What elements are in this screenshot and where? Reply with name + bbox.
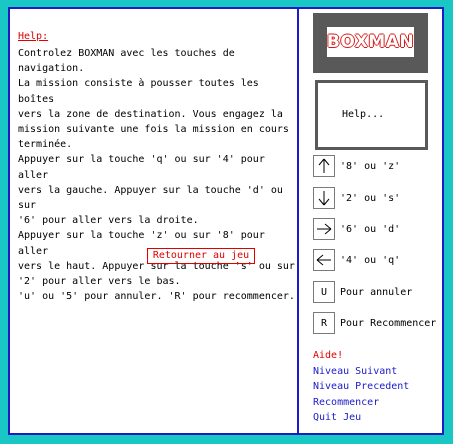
menu-next-level[interactable]: Niveau Suivant: [313, 366, 397, 377]
key-up-row[interactable]: '8' ou 'z': [313, 154, 400, 178]
help-line: '6' pour aller vers la droite.: [18, 215, 199, 227]
key-up-label: '8' ou 'z': [340, 160, 401, 172]
key-down-label: '2' ou 's': [340, 192, 401, 204]
undo-row[interactable]: U Pour annuler: [313, 280, 412, 304]
key-right-label: '6' ou 'd': [340, 223, 401, 235]
panel-divider: [297, 9, 299, 433]
menu-restart[interactable]: Recommencer: [313, 397, 379, 408]
help-line: vers la zone de destination. Vous engage…: [18, 108, 283, 120]
logo-box: BOXMAN: [313, 13, 428, 73]
key-right-row[interactable]: '6' ou 'd': [313, 217, 400, 241]
status-text: Help...: [342, 109, 385, 120]
help-line: La mission consiste à pousser toutes les…: [18, 78, 259, 105]
arrow-down-icon[interactable]: [313, 187, 335, 209]
arrow-up-icon[interactable]: [313, 155, 335, 177]
game-window: Help: Controlez BOXMAN avec les touches …: [8, 7, 444, 435]
key-left-row[interactable]: '4' ou 'q': [313, 248, 400, 272]
help-line: vers la gauche. Appuyer sur la touche 'd…: [18, 184, 283, 212]
key-left-label: '4' ou 'q': [340, 254, 401, 266]
key-down-row[interactable]: '2' ou 's': [313, 186, 400, 210]
status-box: Help...: [315, 80, 428, 150]
restart-label: Pour Recommencer: [340, 317, 437, 329]
menu-title: Aide!: [313, 350, 344, 361]
help-line: terminée.: [18, 139, 73, 151]
arrow-right-icon[interactable]: [313, 218, 335, 240]
logo: BOXMAN: [327, 27, 414, 57]
return-to-game-button[interactable]: Retourner au jeu: [147, 248, 255, 264]
help-line: 'u' ou '5' pour annuler. 'R' pour recomm…: [18, 291, 295, 303]
restart-key[interactable]: R: [313, 312, 335, 334]
help-title: Help:: [18, 31, 49, 42]
help-line: Appuyer sur la touche 'q' ou sur '4' pou…: [18, 154, 265, 181]
help-text: Controlez BOXMAN avec les touches de nav…: [18, 46, 296, 304]
undo-label: Pour annuler: [340, 286, 413, 298]
undo-key[interactable]: U: [313, 281, 335, 303]
menu-quit[interactable]: Quit Jeu: [313, 412, 361, 423]
restart-row[interactable]: R Pour Recommencer: [313, 311, 436, 335]
help-line: Controlez BOXMAN avec les touches de nav…: [18, 48, 235, 75]
menu-previous-level[interactable]: Niveau Precedent: [313, 381, 409, 392]
help-line: '2' pour aller vers le bas.: [18, 276, 181, 288]
help-line: mission suivante une fois la mission en …: [18, 124, 289, 136]
arrow-left-icon[interactable]: [313, 249, 335, 271]
logo-text: BOXMAN: [326, 32, 415, 52]
